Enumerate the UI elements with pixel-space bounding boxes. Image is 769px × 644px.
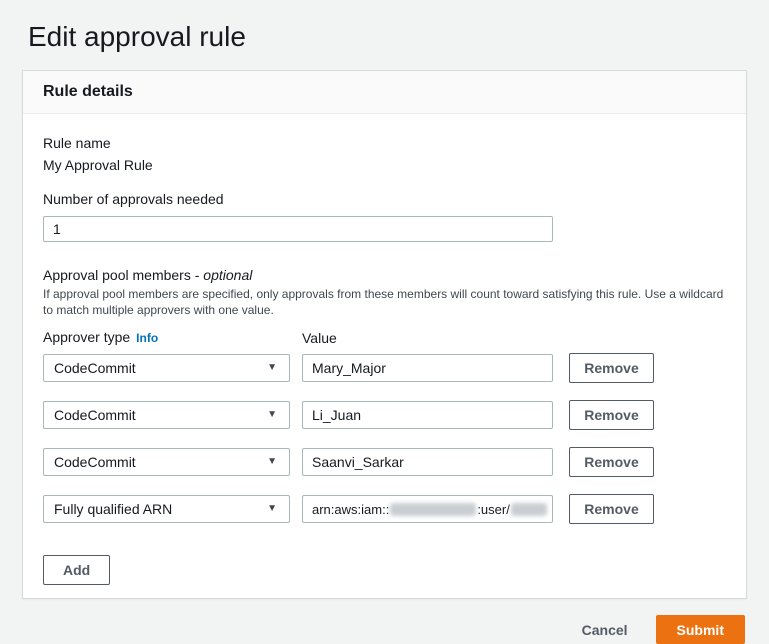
approver-row: CodeCommit ▼ Remove (43, 447, 726, 477)
card-body: Rule name My Approval Rule Number of app… (23, 114, 746, 598)
rule-name-value: My Approval Rule (43, 156, 726, 174)
approval-pool-optional-text: optional (203, 267, 252, 283)
approver-type-dropdown[interactable]: CodeCommit ▼ (43, 401, 290, 429)
approver-type-selected: Fully qualified ARN (54, 501, 172, 517)
approver-value-input[interactable] (302, 448, 553, 476)
chevron-down-icon: ▼ (267, 504, 277, 514)
remove-button[interactable]: Remove (569, 353, 654, 383)
rule-name-label: Rule name (43, 134, 726, 152)
page: Edit approval rule Rule details Rule nam… (0, 0, 769, 644)
arn-prefix-text: arn:aws:iam:: (312, 502, 389, 517)
approver-value-input[interactable] (302, 354, 553, 382)
approver-type-selected: CodeCommit (54, 454, 136, 470)
card-header-title: Rule details (43, 82, 726, 102)
add-button[interactable]: Add (43, 555, 110, 585)
approver-type-selected: CodeCommit (54, 360, 136, 376)
chevron-down-icon: ▼ (267, 363, 277, 373)
arn-mid-text: :user/ (477, 502, 510, 517)
approver-type-dropdown[interactable]: CodeCommit ▼ (43, 448, 290, 476)
approver-type-dropdown[interactable]: Fully qualified ARN ▼ (43, 495, 290, 523)
redacted-user-name (511, 503, 547, 516)
rule-details-card: Rule details Rule name My Approval Rule … (22, 70, 747, 599)
approver-type-label-text: Approver type (43, 329, 130, 345)
approval-pool-label-text: Approval pool members - (43, 267, 203, 283)
chevron-down-icon: ▼ (267, 457, 277, 467)
approver-value-input[interactable]: arn:aws:iam:: :user/ (302, 495, 553, 523)
remove-button[interactable]: Remove (569, 494, 654, 524)
card-header: Rule details (23, 71, 746, 114)
info-link[interactable]: Info (136, 331, 158, 345)
approver-type-selected: CodeCommit (54, 407, 136, 423)
remove-button[interactable]: Remove (569, 400, 654, 430)
approvals-needed-label: Number of approvals needed (43, 190, 726, 208)
form-footer: Cancel Submit (22, 615, 747, 644)
cancel-button[interactable]: Cancel (582, 622, 628, 638)
approver-row: Fully qualified ARN ▼ arn:aws:iam:: :use… (43, 494, 726, 524)
remove-button[interactable]: Remove (569, 447, 654, 477)
chevron-down-icon: ▼ (267, 410, 277, 420)
approver-value-input[interactable] (302, 401, 553, 429)
approvals-needed-input[interactable] (43, 216, 553, 242)
approver-row: CodeCommit ▼ Remove (43, 353, 726, 383)
value-column-label: Value (302, 329, 337, 347)
approval-pool-label: Approval pool members - optional (43, 266, 726, 284)
submit-button[interactable]: Submit (656, 615, 745, 644)
approval-pool-description: If approval pool members are specified, … (43, 286, 726, 318)
column-labels: Approver type Info Value (43, 328, 726, 347)
approver-row: CodeCommit ▼ Remove (43, 400, 726, 430)
approver-type-dropdown[interactable]: CodeCommit ▼ (43, 354, 290, 382)
approval-pool-section: Approval pool members - optional If appr… (43, 266, 726, 585)
redacted-account-id (390, 503, 476, 516)
approver-type-column-label: Approver type Info (43, 328, 302, 347)
page-title: Edit approval rule (28, 20, 747, 54)
